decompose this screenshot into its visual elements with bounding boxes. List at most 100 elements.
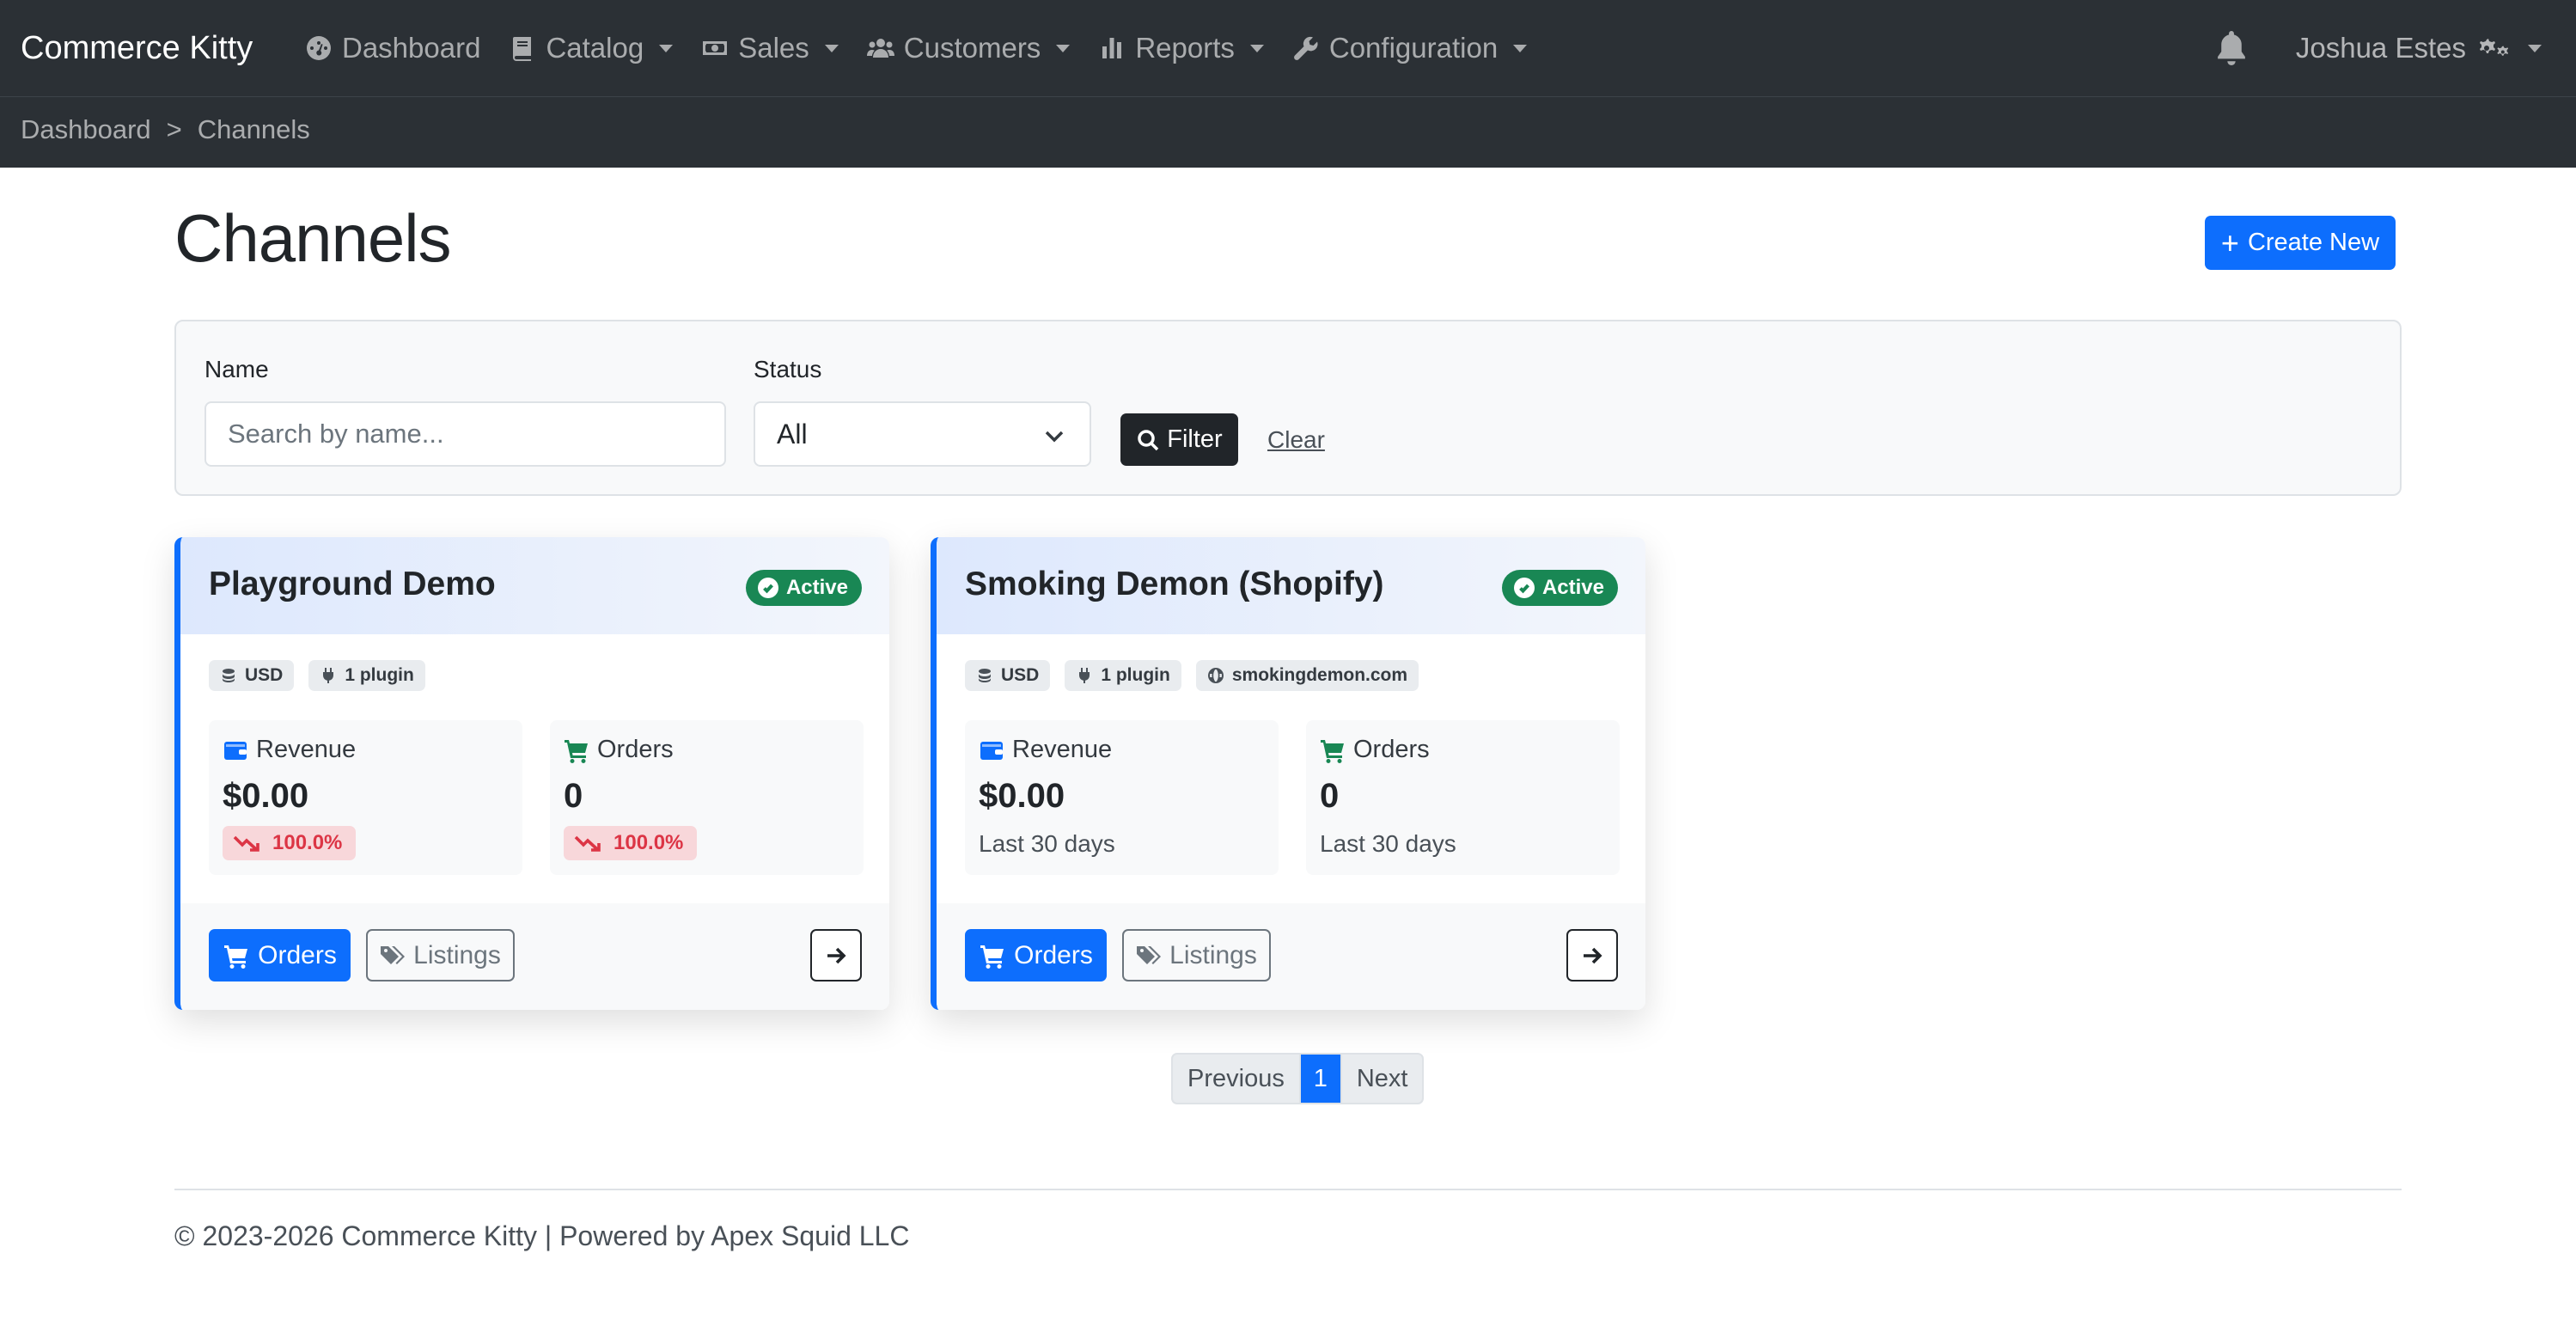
nav-dashboard-label: Dashboard [342, 32, 481, 64]
nav-customers[interactable]: Customers [866, 32, 1071, 64]
plus-icon: + [2220, 224, 2239, 260]
status-badge-label: Active [1541, 576, 1604, 599]
plug-icon [320, 667, 337, 684]
wrench-icon [1291, 34, 1321, 63]
coins-icon [220, 667, 237, 684]
orders-delta-value: 100.0% [613, 831, 684, 854]
check-circle-icon [757, 578, 778, 598]
cart-icon [1320, 737, 1346, 763]
orders-button[interactable]: Orders [209, 929, 351, 981]
revenue-value: $0.00 [979, 777, 1065, 815]
revenue-label-text: Revenue [1012, 736, 1113, 763]
listings-button[interactable]: Listings [1122, 929, 1271, 981]
search-input[interactable]: Search by name... [204, 401, 726, 467]
search-icon [1138, 429, 1159, 450]
money-icon [700, 34, 729, 63]
chevron-down-icon [1056, 44, 1071, 52]
chevron-down-icon [1249, 44, 1264, 52]
cart-icon [980, 945, 1004, 969]
listings-button-label: Listings [413, 940, 501, 969]
gauge-icon [304, 34, 333, 63]
plugin-tag-label: 1 plugin [1101, 665, 1170, 685]
orders-label: Orders [1320, 736, 1430, 764]
orders-button-label: Orders [1014, 940, 1093, 969]
chevron-down-icon [1513, 44, 1528, 52]
status-badge: Active [1501, 570, 1618, 606]
nav-sales-label: Sales [738, 32, 809, 64]
main-nav: Dashboard Catalog Sales Customers Report… [304, 26, 1554, 70]
plugin-tag: 1 plugin [308, 660, 425, 691]
orders-label-text: Orders [1353, 736, 1430, 763]
breadcrumb-channels: Channels [197, 114, 310, 144]
clear-link[interactable]: Clear [1267, 426, 1325, 454]
orders-button-label: Orders [258, 940, 337, 969]
chevron-down-icon [659, 44, 674, 52]
nav-catalog[interactable]: Catalog [508, 32, 674, 64]
revenue-stat: Revenue $0.00 Last 30 days [965, 720, 1279, 875]
tags-icon [1137, 945, 1162, 964]
domain-tag: smokingdemon.com [1195, 660, 1419, 691]
status-badge-label: Active [785, 576, 848, 599]
orders-period: Last 30 days [1320, 830, 1456, 857]
trend-down-icon [574, 835, 601, 852]
breadcrumb-dashboard[interactable]: Dashboard [21, 114, 151, 145]
pagination-previous[interactable]: Previous [1173, 1055, 1301, 1103]
revenue-label: Revenue [979, 736, 1112, 764]
revenue-delta-value: 100.0% [272, 831, 343, 854]
open-channel-button[interactable] [810, 929, 862, 981]
arrow-right-icon [1584, 947, 1602, 963]
nav-right: Joshua Estes [2215, 24, 2542, 72]
orders-label-text: Orders [597, 736, 674, 763]
chevron-down-icon [824, 44, 839, 52]
status-select-value: All [777, 418, 808, 449]
channel-tags: USD 1 plugin smokingdemon.com [965, 660, 1433, 691]
nav-configuration[interactable]: Configuration [1291, 32, 1528, 64]
chevron-down-icon [2528, 44, 2542, 52]
name-label: Name [204, 356, 269, 382]
coins-icon [976, 667, 993, 684]
nav-reports-label: Reports [1135, 32, 1235, 64]
chevron-down-icon [1043, 422, 1065, 444]
channel-card: Playground Demo Active USD 1 plugin Reve… [174, 537, 889, 1010]
pagination-page-1[interactable]: 1 [1300, 1055, 1342, 1103]
status-select[interactable]: All [754, 401, 1091, 467]
nav-customers-label: Customers [903, 32, 1041, 64]
check-circle-icon [1513, 578, 1535, 598]
listings-button[interactable]: Listings [366, 929, 515, 981]
filter-panel: Name Search by name... Status All Filter… [174, 320, 2402, 496]
nav-sales[interactable]: Sales [700, 32, 839, 64]
breadcrumb: Dashboard > Channels [21, 114, 310, 145]
currency-tag-label: USD [245, 665, 284, 685]
plugin-tag-label: 1 plugin [345, 665, 414, 685]
orders-stat: Orders 0 Last 30 days [1306, 720, 1620, 875]
trend-down-icon [233, 835, 259, 852]
orders-stat: Orders 0 100.0% [550, 720, 864, 875]
channel-card: Smoking Demon (Shopify) Active USD 1 plu… [931, 537, 1645, 1010]
nav-reports[interactable]: Reports [1097, 32, 1264, 64]
pagination-next[interactable]: Next [1342, 1055, 1423, 1103]
globe-icon [1207, 667, 1224, 684]
revenue-label-text: Revenue [256, 736, 357, 763]
pagination: Previous 1 Next [1171, 1053, 1425, 1104]
footer-divider [174, 1189, 2402, 1190]
revenue-value: $0.00 [223, 777, 309, 815]
currency-tag: USD [965, 660, 1051, 691]
currency-tag-label: USD [1001, 665, 1040, 685]
brand-logo[interactable]: Commerce Kitty [21, 26, 253, 70]
orders-button[interactable]: Orders [965, 929, 1107, 981]
create-new-button[interactable]: + Create New [2205, 216, 2396, 270]
nav-dashboard[interactable]: Dashboard [304, 32, 480, 64]
bell-icon[interactable] [2215, 31, 2249, 65]
channel-tags: USD 1 plugin [209, 660, 440, 691]
breadcrumb-bar: Dashboard > Channels [0, 97, 2576, 168]
filter-button[interactable]: Filter [1120, 413, 1238, 466]
create-new-label: Create New [2247, 229, 2380, 256]
page-title: Channels [174, 200, 452, 276]
breadcrumb-separator: > [166, 114, 182, 144]
chart-bar-icon [1097, 34, 1126, 63]
open-channel-button[interactable] [1566, 929, 1618, 981]
nav-catalog-label: Catalog [546, 32, 644, 64]
top-navbar: Commerce Kitty Dashboard Catalog Sales C… [0, 0, 2576, 97]
channel-name: Playground Demo [209, 566, 496, 602]
user-menu[interactable]: Joshua Estes [2296, 32, 2542, 64]
